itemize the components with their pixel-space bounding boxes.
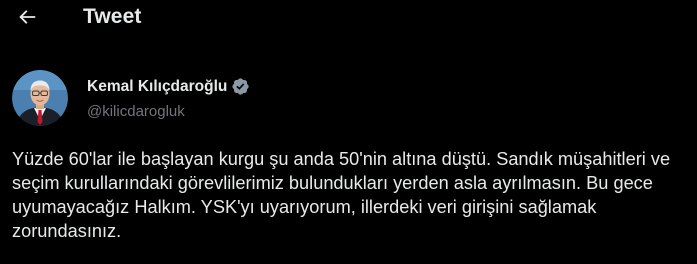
avatar[interactable] [12,70,68,126]
verified-badge-icon[interactable] [231,77,250,96]
name-row: Kemal Kılıçdaroğlu [87,77,250,97]
top-bar: Tweet [0,0,697,40]
author-names: Kemal Kılıçdaroğlu @kilicdarogluk [87,77,250,120]
author-display-name[interactable]: Kemal Kılıçdaroğlu [87,78,227,96]
author-handle[interactable]: @kilicdarogluk [87,103,250,120]
arrow-left-icon [16,6,38,33]
page-title: Tweet [83,5,142,28]
tweet-author: Kemal Kılıçdaroğlu @kilicdarogluk [12,70,250,126]
back-button[interactable] [10,4,44,34]
tweet-text: Yüzde 60'lar ile başlayan kurgu şu anda … [12,149,676,241]
